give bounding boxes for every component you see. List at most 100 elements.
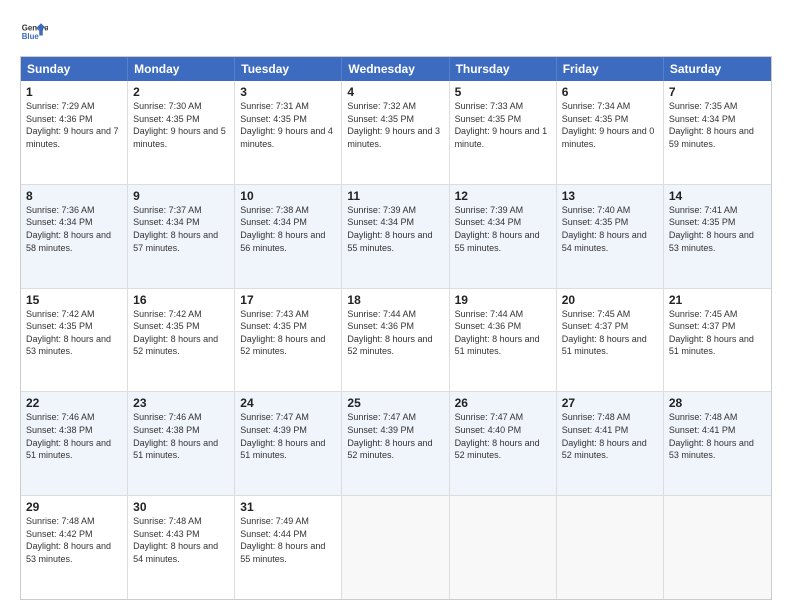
logo: General Blue — [20, 18, 48, 46]
day-number: 26 — [455, 396, 551, 410]
day-number: 25 — [347, 396, 443, 410]
day-number: 22 — [26, 396, 122, 410]
cell-info: Sunrise: 7:39 AM Sunset: 4:34 PM Dayligh… — [455, 204, 551, 254]
day-cell-20: 20Sunrise: 7:45 AM Sunset: 4:37 PM Dayli… — [557, 289, 664, 392]
empty-cell — [557, 496, 664, 599]
cell-info: Sunrise: 7:41 AM Sunset: 4:35 PM Dayligh… — [669, 204, 766, 254]
header-day-saturday: Saturday — [664, 57, 771, 81]
cell-info: Sunrise: 7:29 AM Sunset: 4:36 PM Dayligh… — [26, 100, 122, 150]
day-cell-22: 22Sunrise: 7:46 AM Sunset: 4:38 PM Dayli… — [21, 392, 128, 495]
calendar-body: 1Sunrise: 7:29 AM Sunset: 4:36 PM Daylig… — [21, 81, 771, 599]
logo-icon: General Blue — [20, 18, 48, 46]
cell-info: Sunrise: 7:48 AM Sunset: 4:43 PM Dayligh… — [133, 515, 229, 565]
cell-info: Sunrise: 7:35 AM Sunset: 4:34 PM Dayligh… — [669, 100, 766, 150]
day-number: 5 — [455, 85, 551, 99]
day-number: 4 — [347, 85, 443, 99]
day-number: 17 — [240, 293, 336, 307]
day-cell-14: 14Sunrise: 7:41 AM Sunset: 4:35 PM Dayli… — [664, 185, 771, 288]
day-cell-2: 2Sunrise: 7:30 AM Sunset: 4:35 PM Daylig… — [128, 81, 235, 184]
calendar-header-row: SundayMondayTuesdayWednesdayThursdayFrid… — [21, 57, 771, 81]
week-row-4: 22 Sunrise: 7:46 AM Sunset: 4:38 PM Dayli… — [21, 392, 771, 496]
day-cell-16: 16Sunrise: 7:42 AM Sunset: 4:35 PM Dayli… — [128, 289, 235, 392]
day-cell-23: 23Sunrise: 7:46 AM Sunset: 4:38 PM Dayli… — [128, 392, 235, 495]
header-day-sunday: Sunday — [21, 57, 128, 81]
day-number: 11 — [347, 189, 443, 203]
day-cell-12: 12Sunrise: 7:39 AM Sunset: 4:34 PM Dayli… — [450, 185, 557, 288]
day-cell-25: 25Sunrise: 7:47 AM Sunset: 4:39 PM Dayli… — [342, 392, 449, 495]
day-number: 7 — [669, 85, 766, 99]
day-cell-6: 6Sunrise: 7:34 AM Sunset: 4:35 PM Daylig… — [557, 81, 664, 184]
day-cell-30: 30Sunrise: 7:48 AM Sunset: 4:43 PM Dayli… — [128, 496, 235, 599]
day-number: 18 — [347, 293, 443, 307]
week-row-2: 8Sunrise: 7:36 AM Sunset: 4:34 PM Daylig… — [21, 185, 771, 289]
cell-info: Sunrise: 7:32 AM Sunset: 4:35 PM Dayligh… — [347, 100, 443, 150]
cell-info: Sunrise: 7:40 AM Sunset: 4:35 PM Dayligh… — [562, 204, 658, 254]
header: General Blue — [20, 18, 772, 46]
day-cell-21: 21Sunrise: 7:45 AM Sunset: 4:37 PM Dayli… — [664, 289, 771, 392]
day-cell-8: 8Sunrise: 7:36 AM Sunset: 4:34 PM Daylig… — [21, 185, 128, 288]
day-cell-3: 3Sunrise: 7:31 AM Sunset: 4:35 PM Daylig… — [235, 81, 342, 184]
day-number: 10 — [240, 189, 336, 203]
cell-info: Sunrise: 7:47 AM Sunset: 4:40 PM Dayligh… — [455, 411, 551, 461]
day-number: 24 — [240, 396, 336, 410]
day-number: 8 — [26, 189, 122, 203]
day-number: 12 — [455, 189, 551, 203]
cell-info: Sunrise: 7:30 AM Sunset: 4:35 PM Dayligh… — [133, 100, 229, 150]
cell-info: Sunrise: 7:39 AM Sunset: 4:34 PM Dayligh… — [347, 204, 443, 254]
day-cell-28: 28Sunrise: 7:48 AM Sunset: 4:41 PM Dayli… — [664, 392, 771, 495]
day-cell-15: 15Sunrise: 7:42 AM Sunset: 4:35 PM Dayli… — [21, 289, 128, 392]
header-day-monday: Monday — [128, 57, 235, 81]
day-cell-26: 26Sunrise: 7:47 AM Sunset: 4:40 PM Dayli… — [450, 392, 557, 495]
day-number: 6 — [562, 85, 658, 99]
day-cell-7: 7Sunrise: 7:35 AM Sunset: 4:34 PM Daylig… — [664, 81, 771, 184]
cell-info: Sunrise: 7:42 AM Sunset: 4:35 PM Dayligh… — [26, 308, 122, 358]
cell-info: Sunrise: 7:31 AM Sunset: 4:35 PM Dayligh… — [240, 100, 336, 150]
page: General Blue SundayMondayTuesdayWednesda… — [0, 0, 792, 612]
empty-cell — [450, 496, 557, 599]
cell-info: Sunrise: 7:48 AM Sunset: 4:42 PM Dayligh… — [26, 515, 122, 565]
day-cell-10: 10Sunrise: 7:38 AM Sunset: 4:34 PM Dayli… — [235, 185, 342, 288]
day-cell-29: 29Sunrise: 7:48 AM Sunset: 4:42 PM Dayli… — [21, 496, 128, 599]
day-cell-1: 1Sunrise: 7:29 AM Sunset: 4:36 PM Daylig… — [21, 81, 128, 184]
cell-info: Sunrise: 7:49 AM Sunset: 4:44 PM Dayligh… — [240, 515, 336, 565]
day-cell-24: 24Sunrise: 7:47 AM Sunset: 4:39 PM Dayli… — [235, 392, 342, 495]
cell-info: Sunrise: 7:45 AM Sunset: 4:37 PM Dayligh… — [562, 308, 658, 358]
week-row-1: 1Sunrise: 7:29 AM Sunset: 4:36 PM Daylig… — [21, 81, 771, 185]
day-cell-13: 13Sunrise: 7:40 AM Sunset: 4:35 PM Dayli… — [557, 185, 664, 288]
header-day-wednesday: Wednesday — [342, 57, 449, 81]
header-day-thursday: Thursday — [450, 57, 557, 81]
day-cell-17: 17Sunrise: 7:43 AM Sunset: 4:35 PM Dayli… — [235, 289, 342, 392]
day-number: 19 — [455, 293, 551, 307]
day-number: 1 — [26, 85, 122, 99]
week-row-3: 15Sunrise: 7:42 AM Sunset: 4:35 PM Dayli… — [21, 289, 771, 393]
cell-info: Sunrise: 7:34 AM Sunset: 4:35 PM Dayligh… — [562, 100, 658, 150]
day-number: 15 — [26, 293, 122, 307]
day-number: 3 — [240, 85, 336, 99]
cell-info: Sunrise: 7:44 AM Sunset: 4:36 PM Dayligh… — [455, 308, 551, 358]
empty-cell — [664, 496, 771, 599]
empty-cell — [342, 496, 449, 599]
day-number: 30 — [133, 500, 229, 514]
cell-info: Sunrise: 7:48 AM Sunset: 4:41 PM Dayligh… — [562, 411, 658, 461]
cell-info: Sunrise: 7:47 AM Sunset: 4:39 PM Dayligh… — [347, 411, 443, 461]
day-number: 9 — [133, 189, 229, 203]
cell-info: Sunrise: 7:46 AM Sunset: 4:38 PM Dayligh… — [133, 411, 229, 461]
cell-info: Sunrise: 7:43 AM Sunset: 4:35 PM Dayligh… — [240, 308, 336, 358]
header-day-tuesday: Tuesday — [235, 57, 342, 81]
cell-info: Sunrise: 7:42 AM Sunset: 4:35 PM Dayligh… — [133, 308, 229, 358]
cell-info: Sunrise: 7:36 AM Sunset: 4:34 PM Dayligh… — [26, 204, 122, 254]
day-number: 29 — [26, 500, 122, 514]
day-number: 16 — [133, 293, 229, 307]
week-row-5: 29Sunrise: 7:48 AM Sunset: 4:42 PM Dayli… — [21, 496, 771, 599]
day-cell-4: 4Sunrise: 7:32 AM Sunset: 4:35 PM Daylig… — [342, 81, 449, 184]
day-number: 28 — [669, 396, 766, 410]
day-cell-9: 9Sunrise: 7:37 AM Sunset: 4:34 PM Daylig… — [128, 185, 235, 288]
cell-info: Sunrise: 7:48 AM Sunset: 4:41 PM Dayligh… — [669, 411, 766, 461]
day-cell-27: 27Sunrise: 7:48 AM Sunset: 4:41 PM Dayli… — [557, 392, 664, 495]
cell-info: Sunrise: 7:45 AM Sunset: 4:37 PM Dayligh… — [669, 308, 766, 358]
day-number: 27 — [562, 396, 658, 410]
day-number: 13 — [562, 189, 658, 203]
cell-info: Sunrise: 7:44 AM Sunset: 4:36 PM Dayligh… — [347, 308, 443, 358]
day-cell-11: 11Sunrise: 7:39 AM Sunset: 4:34 PM Dayli… — [342, 185, 449, 288]
calendar: SundayMondayTuesdayWednesdayThursdayFrid… — [20, 56, 772, 600]
